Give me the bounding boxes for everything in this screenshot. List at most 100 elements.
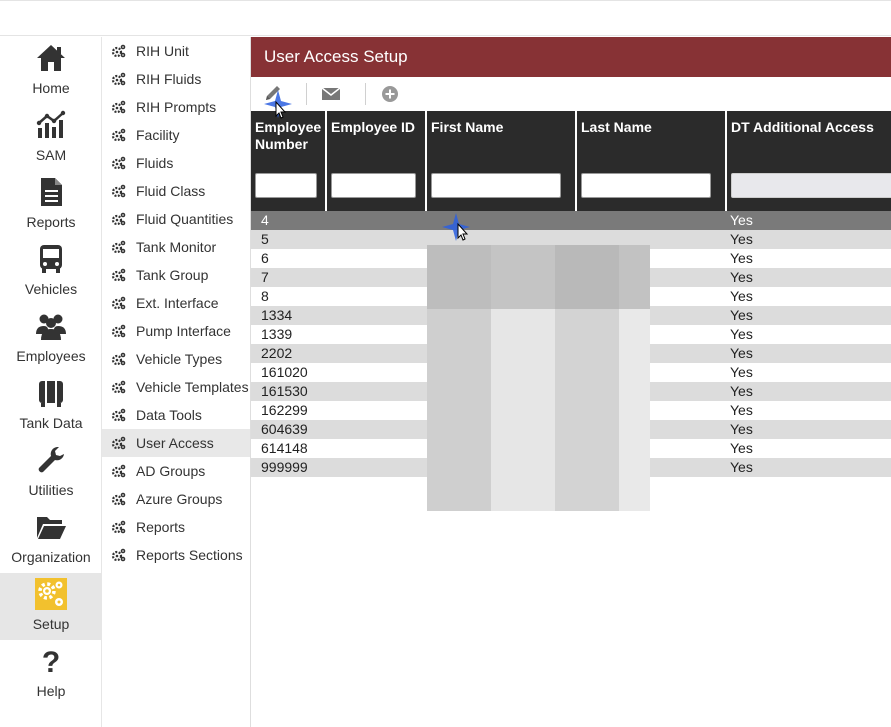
nav-label: Utilities	[28, 482, 74, 498]
submenu-item-pump-interface[interactable]: Pump Interface	[102, 317, 250, 345]
click-indicator-icon	[442, 213, 470, 241]
submenu-item-rih-fluids[interactable]: RIH Fluids	[102, 65, 250, 93]
nav-employees[interactable]: Employees	[0, 305, 102, 372]
dt-additional-access-cell: Yes	[730, 440, 753, 456]
column-header-label: DT Additional Access	[731, 119, 874, 135]
column-last-name[interactable]: Last Name	[577, 111, 727, 211]
submenu-item-reports[interactable]: Reports	[102, 513, 250, 541]
employee-number-cell: 614148	[261, 440, 308, 456]
employee-number-cell: 1339	[261, 326, 293, 342]
submenu-item-ext-interface[interactable]: Ext. Interface	[102, 289, 250, 317]
nav-label: Organization	[11, 549, 91, 565]
submenu-item-label: Azure Groups	[136, 491, 223, 507]
submenu-item-vehicle-types[interactable]: Vehicle Types	[102, 345, 250, 373]
dt-additional-access-cell: Yes	[730, 459, 753, 475]
add-button[interactable]	[376, 81, 404, 107]
employee-number-cell: 8	[261, 288, 269, 304]
grid-header: Employee Number Employee ID First Name L…	[251, 111, 891, 211]
nav-utilities[interactable]: Utilities	[0, 439, 102, 506]
column-header-label: Employee ID	[331, 119, 416, 135]
nav-setup[interactable]: Setup	[0, 573, 102, 640]
column-first-name[interactable]: First Name	[427, 111, 577, 211]
folder-open-icon	[37, 517, 66, 539]
toolbar-divider	[306, 83, 307, 105]
submenu-item-ad-groups[interactable]: AD Groups	[102, 457, 250, 485]
employee-id-filter[interactable]	[331, 173, 416, 198]
submenu-item-tank-group[interactable]: Tank Group	[102, 261, 250, 289]
employee-number-cell: 6	[261, 250, 269, 266]
submenu-item-label: Fluid Class	[136, 183, 206, 199]
dt-additional-access-cell: Yes	[730, 212, 753, 228]
nav-organization[interactable]: Organization	[0, 506, 102, 573]
nav-sam[interactable]: SAM	[0, 104, 102, 171]
submenu-item-azure-groups[interactable]: Azure Groups	[102, 485, 250, 513]
nav-home[interactable]: Home	[0, 37, 102, 104]
gears-icon	[111, 128, 126, 142]
submenu-item-rih-prompts[interactable]: RIH Prompts	[102, 93, 250, 121]
gears-icon	[111, 408, 126, 422]
dt-additional-access-cell: Yes	[730, 269, 753, 285]
nav-label: Home	[32, 80, 70, 96]
submenu-item-fluid-quantities[interactable]: Fluid Quantities	[102, 205, 250, 233]
submenu-item-vehicle-templates[interactable]: Vehicle Templates	[102, 373, 250, 401]
chart-line-icon	[36, 110, 66, 138]
employee-number-cell: 2202	[261, 345, 293, 361]
submenu-item-rih-unit[interactable]: RIH Unit	[102, 37, 250, 65]
toolbar-divider	[365, 83, 366, 105]
submenu-item-tank-monitor[interactable]: Tank Monitor	[102, 233, 250, 261]
dt-additional-access-cell: Yes	[730, 307, 753, 323]
column-employee-number[interactable]: Employee Number	[251, 111, 327, 211]
nav-label: Vehicles	[24, 281, 78, 297]
employee-number-cell: 5	[261, 231, 269, 247]
email-button[interactable]	[317, 81, 345, 107]
submenu-item-reports-sections[interactable]: Reports Sections	[102, 541, 250, 569]
gears-icon	[111, 352, 126, 366]
submenu-item-label: Data Tools	[136, 407, 202, 423]
submenu-item-label: AD Groups	[136, 463, 206, 479]
nav-vehicles[interactable]: Vehicles	[0, 238, 102, 305]
submenu-item-label: User Access	[136, 435, 214, 451]
submenu-item-facility[interactable]: Facility	[102, 121, 250, 149]
submenu-item-label: RIH Unit	[136, 43, 189, 59]
employee-number-cell: 1334	[261, 307, 293, 323]
column-employee-id[interactable]: Employee ID	[327, 111, 427, 211]
employee-number-filter[interactable]	[255, 173, 317, 198]
nav-tank-data[interactable]: Tank Data	[0, 372, 102, 439]
gears-icon	[111, 520, 126, 534]
dt-additional-access-cell: Yes	[730, 288, 753, 304]
employee-number-cell: 999999	[261, 459, 308, 475]
submenu-item-user-access[interactable]: User Access	[102, 429, 250, 457]
redacted-names-block	[427, 245, 650, 511]
column-header-label: First Name	[431, 119, 504, 135]
column-header-label: Last Name	[581, 119, 652, 135]
wrench-icon	[38, 447, 64, 473]
envelope-icon	[321, 87, 341, 100]
submenu-item-fluid-class[interactable]: Fluid Class	[102, 177, 250, 205]
dt-additional-access-cell: Yes	[730, 345, 753, 361]
submenu-item-label: RIH Fluids	[136, 71, 202, 87]
nav-label: Tank Data	[19, 415, 83, 431]
gears-icon	[111, 548, 126, 562]
gears-icon	[111, 464, 126, 478]
column-dt-additional-access[interactable]: DT Additional Access	[727, 111, 891, 211]
nav-label: SAM	[35, 147, 67, 163]
nav-label: Help	[36, 683, 66, 699]
submenu-item-label: Tank Monitor	[136, 239, 217, 255]
submenu-item-label: Ext. Interface	[136, 295, 219, 311]
employee-number-cell: 4	[261, 212, 269, 228]
bus-icon	[40, 245, 62, 273]
gears-icon	[111, 436, 126, 450]
submenu-item-label: Reports	[136, 519, 186, 535]
submenu-item-fluids[interactable]: Fluids	[102, 149, 250, 177]
submenu-item-data-tools[interactable]: Data Tools	[102, 401, 250, 429]
submenu-item-label: Vehicle Templates	[136, 379, 249, 395]
first-name-filter[interactable]	[431, 173, 561, 198]
employee-number-cell: 161530	[261, 383, 308, 399]
nav-help[interactable]: ? Help	[0, 640, 102, 707]
nav-label: Setup	[32, 616, 70, 632]
nav-reports[interactable]: Reports	[0, 171, 102, 238]
last-name-filter[interactable]	[581, 173, 711, 198]
table-row[interactable]: 4 Yes	[251, 211, 891, 230]
employee-number-cell: 604639	[261, 421, 308, 437]
main-content: User Access Setup Employee Number Employ…	[251, 37, 891, 727]
